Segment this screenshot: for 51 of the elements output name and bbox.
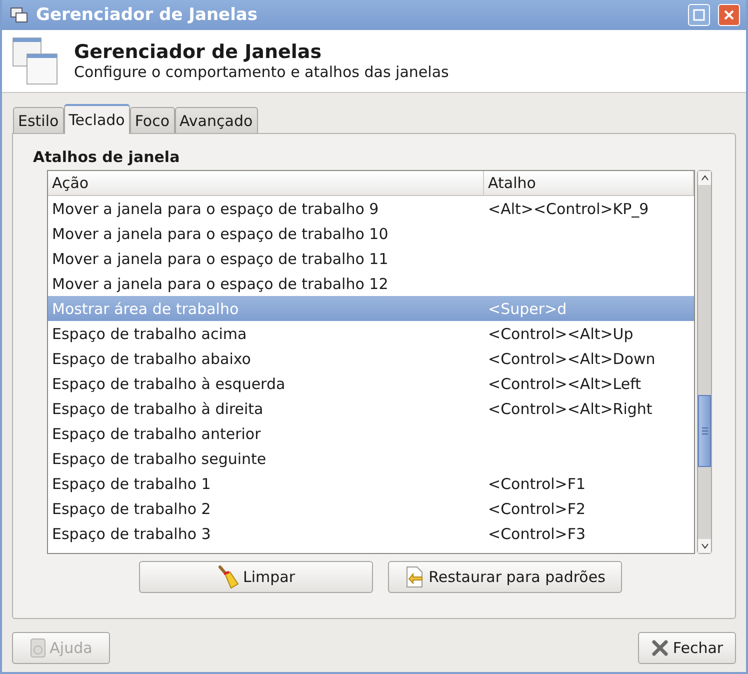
- action-cell-text: Espaço de trabalho 1: [51, 474, 212, 492]
- scroll-down-button[interactable]: [698, 539, 711, 553]
- shortcut-cell-text: <Control>F3: [487, 524, 587, 542]
- tab[interactable]: Estilo: [13, 107, 64, 133]
- header-title: Gerenciador de Janelas: [74, 41, 323, 63]
- scroll-up-button[interactable]: [698, 171, 711, 185]
- broom-icon: [216, 565, 239, 589]
- shortcut-cell-text: <Control><Alt>Up: [487, 324, 634, 342]
- close-icon: [723, 9, 735, 21]
- help-icon: [30, 638, 46, 658]
- action-cell-text: Espaço de trabalho anterior: [51, 424, 262, 442]
- action-cell-text: Mover a janela para o espaço de trabalho 11: [51, 250, 390, 268]
- shortcut-cell-text: <Control><Alt>Right: [487, 400, 654, 418]
- scroll-thumb[interactable]: [698, 395, 711, 467]
- action-cell-text: Espaço de trabalho 2: [51, 500, 212, 518]
- close-dialog-button[interactable]: Fechar: [638, 632, 736, 664]
- action-cell-text: Espaço de trabalho seguinte: [51, 450, 268, 468]
- action-cell-text: Espaço de trabalho 3: [51, 524, 212, 542]
- scrollbar[interactable]: [697, 170, 712, 554]
- shortcut-cell-text: <Control>F1: [487, 474, 587, 492]
- tab[interactable]: Avançado: [174, 107, 258, 133]
- restore-button[interactable]: Restaurar para padrões: [388, 561, 622, 593]
- clear-button[interactable]: Limpar: [139, 561, 373, 593]
- shortcut-cell-text: <Alt><Control>KP_9: [487, 200, 650, 218]
- windows-icon: [12, 37, 58, 85]
- tab[interactable]: Teclado: [64, 104, 130, 134]
- column-header[interactable]: Ação: [48, 171, 484, 195]
- action-cell-text: Mostrar área de trabalho: [51, 300, 240, 318]
- close-button[interactable]: [718, 4, 740, 26]
- column-header[interactable]: Atalho: [484, 171, 694, 195]
- action-cell-text: Espaço de trabalho à direita: [51, 400, 264, 418]
- shortcut-cell-text: <Control>F2: [487, 500, 587, 518]
- action-cell-text: Espaço de trabalho à esquerda: [51, 374, 286, 392]
- action-cell-text: Espaço de trabalho abaixo: [51, 350, 252, 368]
- app-icon: [10, 7, 28, 23]
- restore-icon: [404, 566, 425, 588]
- grip-icon: [702, 427, 708, 435]
- maximize-icon: [693, 9, 705, 21]
- header-subtitle: Configure o comportamento e atalhos das janelas: [74, 63, 449, 81]
- action-cell-text: Espaço de trabalho acima: [51, 324, 248, 342]
- group-label: Atalhos de janela: [33, 148, 181, 168]
- window-title: Gerenciador de Janelas: [36, 5, 258, 25]
- shortcut-cell-text: <Super>d: [487, 300, 568, 318]
- shortcut-cell-text: <Control><Alt>Left: [487, 374, 642, 392]
- shortcut-cell-text: <Control><Alt>Down: [487, 350, 656, 368]
- action-cell-text: Mover a janela para o espaço de trabalho 10: [51, 224, 390, 242]
- tab[interactable]: Foco: [130, 107, 175, 133]
- action-cell-text: Mover a janela para o espaço de trabalho 12: [51, 274, 390, 292]
- close-icon: [650, 639, 669, 657]
- action-cell-text: Mover a janela para o espaço de trabalho 9: [51, 200, 380, 218]
- maximize-button[interactable]: [688, 4, 710, 26]
